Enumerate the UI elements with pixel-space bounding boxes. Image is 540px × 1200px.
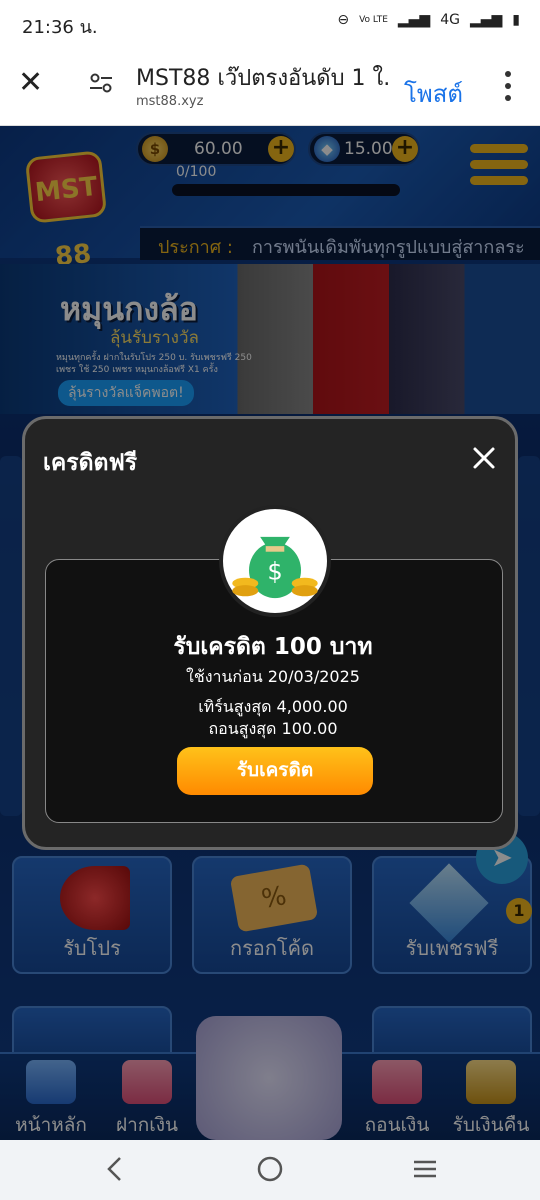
status-icons: ⊖ Vo LTE ▂▄▆ 4G ▂▄▆ ▮	[337, 12, 520, 28]
claim-credit-button[interactable]: รับเครดิต	[177, 747, 373, 795]
page-domain: mst88.xyz	[136, 94, 204, 109]
home-nav-icon[interactable]	[255, 1154, 285, 1184]
post-button[interactable]: โพสต์	[404, 74, 463, 113]
close-icon[interactable]	[471, 445, 497, 471]
credit-title: รับเครดิต 100 บาท	[173, 634, 373, 660]
page-title: MST88 เว๊ปตรงอันดับ 1 ใ...	[136, 66, 391, 91]
signal-icon: ▂▄▆	[397, 12, 431, 28]
signal-icon-2: ▂▄▆	[469, 12, 503, 28]
status-time: 21:36 น.	[22, 17, 98, 38]
volte-label: Vo LTE	[359, 15, 388, 25]
system-nav-bar	[0, 1140, 540, 1200]
use-before-date: ใช้งานก่อน 20/03/2025	[186, 667, 360, 686]
back-icon[interactable]	[100, 1154, 130, 1184]
battery-icon: ▮	[512, 12, 520, 28]
free-credit-modal: เครดิตฟรี $ รับเครดิต 100 บาท ใช้งานก่อน…	[22, 416, 518, 850]
network-type: 4G	[440, 12, 460, 28]
tune-icon[interactable]	[88, 70, 114, 96]
dnd-icon: ⊖	[337, 12, 350, 28]
close-icon[interactable]: ✕	[18, 68, 43, 98]
max-withdraw: ถอนสูงสุด 100.00	[208, 719, 338, 738]
more-vert-icon[interactable]	[498, 68, 518, 104]
money-bag-icon: $	[219, 505, 331, 617]
svg-text:$: $	[267, 558, 282, 586]
recents-icon[interactable]	[410, 1154, 440, 1184]
status-bar: 21:36 น. ⊖ Vo LTE ▂▄▆ 4G ▂▄▆ ▮	[0, 0, 540, 46]
browser-toolbar: ✕ MST88 เว๊ปตรงอันดับ 1 ใ... mst88.xyz โ…	[0, 46, 540, 126]
modal-title: เครดิตฟรี	[43, 450, 138, 476]
